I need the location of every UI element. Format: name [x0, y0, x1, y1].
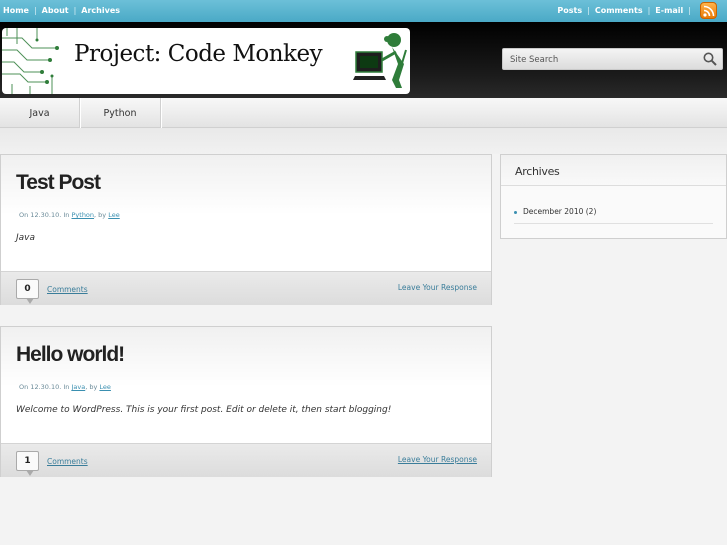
- site-header: Project: Code Monkey Site Search: [0, 22, 727, 98]
- about-link[interactable]: About: [42, 6, 69, 15]
- leave-response-link[interactable]: Leave Your Response: [398, 283, 477, 292]
- comments-link[interactable]: Comments: [47, 285, 88, 294]
- email-link[interactable]: E-mail: [655, 6, 683, 15]
- top-nav-left: Home | About | Archives: [3, 6, 120, 15]
- post-footer: 1 Comments Leave Your Response: [1, 443, 491, 477]
- top-nav-right: Posts | Comments | E-mail |: [557, 6, 691, 15]
- archives-widget: Archives December 2010 (2): [500, 154, 727, 239]
- rss-icon[interactable]: [700, 2, 717, 19]
- archive-item-label[interactable]: December 2010 (2): [523, 207, 596, 216]
- post-by: , by: [94, 211, 107, 219]
- post-author-link[interactable]: Lee: [99, 383, 111, 391]
- post-footer: 0 Comments Leave Your Response: [1, 271, 491, 305]
- bullet-icon: [514, 210, 517, 214]
- site-logo[interactable]: Project: Code Monkey: [2, 28, 410, 94]
- content-band: [0, 128, 727, 154]
- nav-item-java[interactable]: Java: [0, 98, 80, 128]
- search-icon[interactable]: [703, 52, 717, 66]
- code-monkey-icon: [353, 33, 407, 88]
- post-title[interactable]: Hello world!: [16, 343, 125, 367]
- comments-feed-link[interactable]: Comments: [595, 6, 643, 15]
- logo-title: Project: Code Monkey: [74, 41, 323, 67]
- divider: [501, 185, 726, 186]
- post-category-link[interactable]: Python: [72, 211, 95, 219]
- nav-item-python[interactable]: Python: [80, 98, 161, 128]
- post-date: On 12.30.10. In: [19, 383, 70, 391]
- separator: |: [688, 6, 691, 15]
- post-category-link[interactable]: Java: [72, 383, 86, 391]
- comment-count-badge[interactable]: 0: [16, 279, 39, 304]
- top-bar: Home | About | Archives Posts | Comments…: [0, 0, 727, 22]
- separator: |: [33, 6, 37, 15]
- post-meta: On 12.30.10. In Python, by Lee: [19, 211, 120, 219]
- widget-title: Archives: [515, 165, 560, 178]
- circuit-graphic: [2, 28, 59, 94]
- separator: |: [73, 6, 77, 15]
- comment-count-badge[interactable]: 1: [16, 451, 39, 476]
- post-title[interactable]: Test Post: [16, 171, 101, 195]
- separator: |: [647, 6, 651, 15]
- category-nav: Java Python: [0, 98, 727, 128]
- archives-link[interactable]: Archives: [81, 6, 120, 15]
- home-link[interactable]: Home: [3, 6, 29, 15]
- comments-link[interactable]: Comments: [47, 457, 88, 466]
- post-by: , by: [85, 383, 98, 391]
- archive-item[interactable]: December 2010 (2): [514, 207, 596, 216]
- post-card: Hello world! On 12.30.10. In Java, by Le…: [0, 326, 492, 477]
- post-excerpt: Welcome to WordPress. This is your first…: [16, 405, 392, 415]
- post-date: On 12.30.10. In: [19, 211, 70, 219]
- divider: [514, 223, 713, 224]
- search-input[interactable]: Site Search: [510, 55, 558, 65]
- leave-response-link[interactable]: Leave Your Response: [398, 455, 477, 464]
- post-author-link[interactable]: Lee: [108, 211, 120, 219]
- post-meta: On 12.30.10. In Java, by Lee: [19, 383, 111, 391]
- post-excerpt: Java: [16, 233, 36, 243]
- posts-feed-link[interactable]: Posts: [557, 6, 582, 15]
- separator: |: [587, 6, 590, 15]
- post-card: Test Post On 12.30.10. In Python, by Lee…: [0, 154, 492, 305]
- search-box[interactable]: Site Search: [502, 48, 723, 70]
